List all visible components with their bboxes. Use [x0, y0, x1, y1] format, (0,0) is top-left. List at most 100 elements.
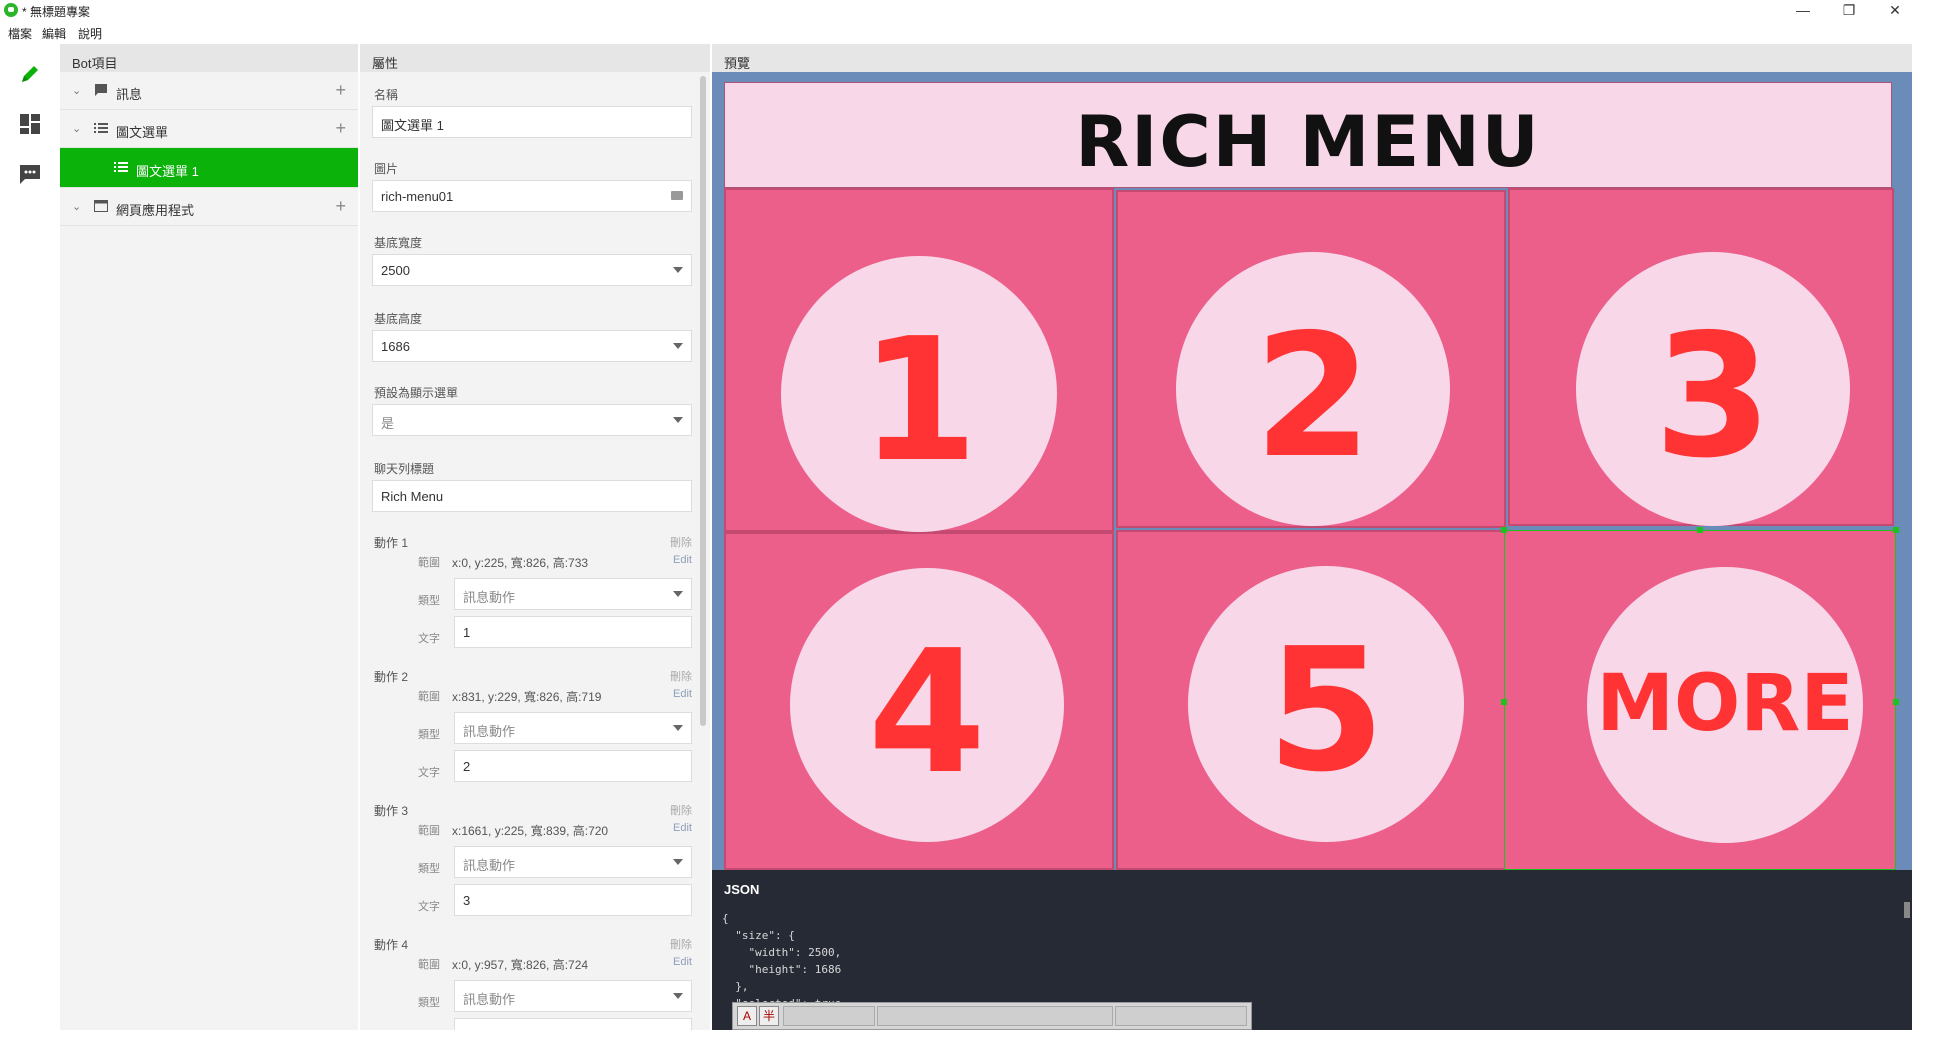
message-icon [94, 83, 108, 100]
delete-action-button[interactable]: 刪除 [670, 802, 692, 818]
name-label: 名稱 [374, 88, 399, 102]
chat-icon[interactable] [18, 162, 42, 186]
tree-item-label: 訊息 [116, 87, 143, 102]
richmenu-area-2[interactable]: 2 [1116, 190, 1506, 528]
right-sidebar-sliver [1912, 44, 1938, 1038]
richmenu-area-label: 4 [867, 614, 987, 812]
selection-handle[interactable] [1893, 527, 1899, 533]
json-code[interactable]: { "size": { "width": 2500, "height": 168… [722, 910, 848, 1012]
edit-icon[interactable] [18, 62, 42, 86]
default-display-label: 預設為顯示選單 [374, 386, 459, 400]
selection-handle[interactable] [1893, 699, 1899, 705]
height-value: 1686 [381, 339, 410, 354]
action-text-field[interactable]: 3 [454, 884, 692, 916]
delete-action-button[interactable]: 刪除 [670, 668, 692, 684]
menu-file[interactable]: 檔案 [8, 25, 32, 42]
richmenu-circle: 1 [781, 256, 1057, 532]
name-field[interactable]: 圖文選單 1 [372, 106, 692, 138]
action-type-select[interactable]: 訊息動作 [454, 578, 692, 610]
image-field[interactable]: rich-menu01 [372, 180, 692, 212]
add-richmenu-button[interactable]: + [335, 118, 346, 139]
delete-action-button[interactable]: 刪除 [670, 534, 692, 550]
action-type-value: 訊息動作 [463, 590, 516, 605]
action-type-value: 訊息動作 [463, 992, 516, 1007]
width-select[interactable]: 2500 [372, 254, 692, 286]
richmenu-area-3[interactable]: 3 [1508, 188, 1894, 526]
minimize-button[interactable]: — [1780, 0, 1826, 22]
selection-handle[interactable] [1501, 527, 1507, 533]
tree-item-richmenu-1[interactable]: 圖文選單 1 [60, 148, 358, 188]
richmenu-area-label: MORE [1596, 659, 1854, 749]
action-type-select[interactable]: 訊息動作 [454, 846, 692, 878]
action-title: 動作 1 [374, 536, 409, 550]
restore-button[interactable]: ❐ [1826, 0, 1872, 22]
richmenu-area-6[interactable]: MORE [1504, 530, 1896, 870]
selection-handle[interactable] [1697, 527, 1703, 533]
add-webapp-button[interactable]: + [335, 196, 346, 217]
delete-action-button[interactable]: 刪除 [670, 936, 692, 952]
richmenu-circle: 5 [1188, 566, 1464, 842]
title-bar: * 無標題專案 — ❐ ✕ [0, 0, 1938, 22]
edit-action-button[interactable]: Edit [673, 956, 692, 968]
folder-icon[interactable] [671, 191, 683, 200]
ime-segment [877, 1006, 1113, 1026]
richmenu-preview: RICH MENU 1 2 3 4 5 MORE [712, 72, 1912, 870]
tree-item-messages[interactable]: ⌄ 訊息 + [60, 72, 358, 110]
dashboard-icon[interactable] [18, 112, 42, 136]
menu-help[interactable]: 說明 [78, 25, 102, 42]
tree-item-webapps[interactable]: ⌄ 網頁應用程式 + [60, 188, 358, 226]
action-text-field[interactable]: 4 [454, 1018, 692, 1030]
image-value: rich-menu01 [381, 189, 454, 204]
tree-item-richmenus[interactable]: ⌄ 圖文選單 + [60, 110, 358, 148]
menubar: 檔案 編輯 說明 [0, 22, 1938, 42]
add-message-button[interactable]: + [335, 80, 346, 101]
properties-panel: 屬性 名稱 圖文選單 1 圖片 rich-menu01 基底寬度 2500 基底… [360, 44, 710, 1030]
tree-item-label: 圖文選單 1 [136, 164, 199, 179]
range-label: 範圍 [418, 825, 440, 837]
action-range: x:1661, y:225, 寬:839, 高:720 [452, 824, 609, 838]
ime-mode-key[interactable]: A [737, 1006, 757, 1026]
chevron-down-icon[interactable]: ⌄ [72, 200, 81, 213]
close-button[interactable]: ✕ [1872, 0, 1918, 22]
action-type-select[interactable]: 訊息動作 [454, 712, 692, 744]
list-icon [94, 121, 108, 138]
action-text-field[interactable]: 1 [454, 616, 692, 648]
tree-item-label: 網頁應用程式 [116, 203, 195, 218]
menu-edit[interactable]: 編輯 [42, 25, 66, 42]
richmenu-area-label: 1 [859, 302, 979, 500]
range-label: 範圍 [418, 691, 440, 703]
preview-panel: 預覽 RICH MENU 1 2 3 4 5 MORE [712, 44, 1912, 870]
selection-handle[interactable] [1501, 699, 1507, 705]
action-range: x:0, y:957, 寬:826, 高:724 [452, 958, 589, 972]
window-title: * 無標題專案 [22, 5, 91, 19]
richmenu-area-label: 5 [1266, 612, 1386, 810]
ime-segment [1115, 1006, 1247, 1026]
chatbar-field[interactable]: Rich Menu [372, 480, 692, 512]
height-select[interactable]: 1686 [372, 330, 692, 362]
type-label: 類型 [418, 863, 440, 875]
chevron-down-icon[interactable]: ⌄ [72, 122, 81, 135]
richmenu-area-1[interactable]: 1 [724, 188, 1114, 532]
ime-width-key[interactable]: 半 [759, 1006, 779, 1026]
richmenu-title-banner: RICH MENU [724, 82, 1892, 188]
text-label: 文字 [418, 633, 440, 645]
richmenu-circle: MORE [1587, 567, 1863, 843]
chevron-down-icon[interactable]: ⌄ [72, 84, 81, 97]
properties-scrollbar[interactable] [700, 76, 706, 726]
action-range: x:831, y:229, 寬:826, 高:719 [452, 690, 602, 704]
edit-action-button[interactable]: Edit [673, 554, 692, 566]
richmenu-area-label: 2 [1253, 298, 1373, 496]
list-icon [114, 160, 128, 177]
json-scrollbar[interactable] [1904, 902, 1910, 918]
action-type-select[interactable]: 訊息動作 [454, 980, 692, 1012]
app-icon [4, 3, 18, 17]
edit-action-button[interactable]: Edit [673, 688, 692, 700]
type-label: 類型 [418, 997, 440, 1009]
richmenu-circle: 2 [1176, 252, 1450, 526]
default-display-select[interactable]: 是 [372, 404, 692, 436]
richmenu-circle: 4 [790, 568, 1064, 842]
edit-action-button[interactable]: Edit [673, 822, 692, 834]
richmenu-area-5[interactable]: 5 [1116, 530, 1506, 870]
action-text-field[interactable]: 2 [454, 750, 692, 782]
richmenu-area-4[interactable]: 4 [724, 532, 1114, 870]
